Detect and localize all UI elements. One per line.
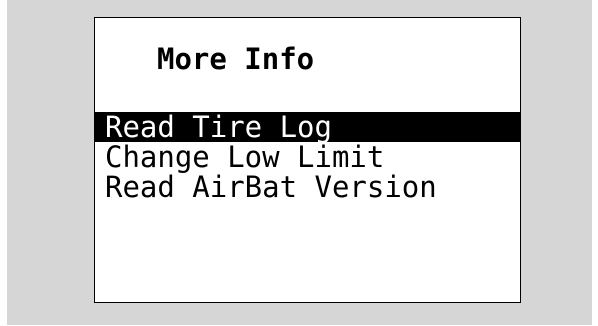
menu-item-read-tire-log[interactable]: Read Tire Log bbox=[95, 112, 520, 142]
menu-list: Read Tire Log Change Low Limit Read AirB… bbox=[95, 112, 520, 202]
device-frame: More Info Read Tire Log Change Low Limit… bbox=[7, 0, 592, 325]
menu-item-read-airbat-version[interactable]: Read AirBat Version bbox=[95, 172, 520, 202]
lcd-screen: More Info Read Tire Log Change Low Limit… bbox=[94, 17, 521, 303]
menu-item-change-low-limit[interactable]: Change Low Limit bbox=[95, 142, 520, 172]
screen-title: More Info bbox=[157, 42, 315, 76]
